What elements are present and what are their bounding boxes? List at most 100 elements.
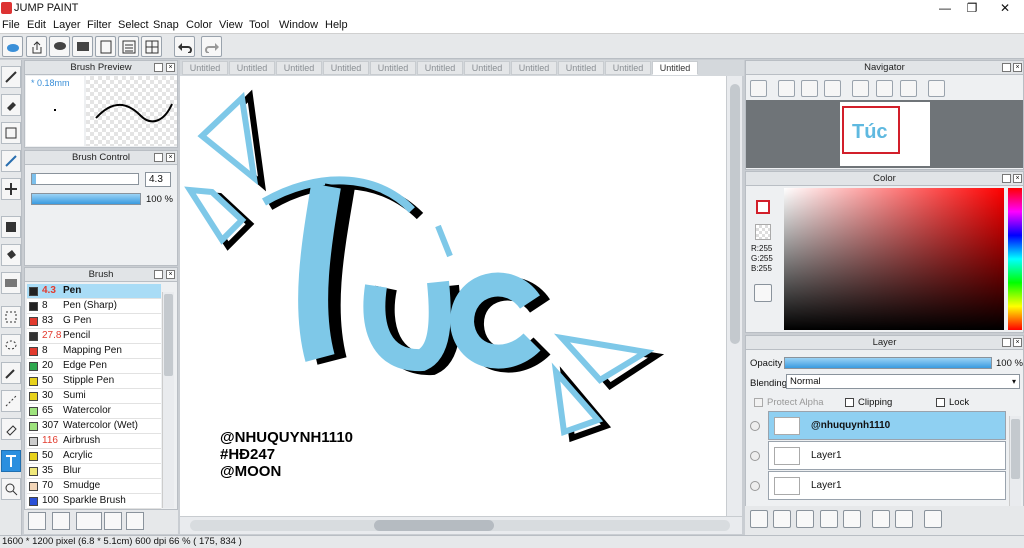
brush-item[interactable]: 307 Watercolor (Wet) bbox=[27, 419, 161, 434]
canvas-vertical-scrollbar[interactable] bbox=[726, 76, 742, 516]
merge-layer-icon[interactable] bbox=[895, 510, 913, 528]
blending-select[interactable]: Normal ▾ bbox=[786, 374, 1020, 389]
canvas-vscroll-thumb[interactable] bbox=[730, 84, 740, 344]
brush-size-slider[interactable] bbox=[31, 173, 139, 185]
menu-file[interactable]: File bbox=[2, 19, 20, 31]
palette-icon[interactable] bbox=[754, 284, 772, 302]
protect-alpha-checkbox[interactable] bbox=[754, 398, 763, 407]
panel-close-icon[interactable]: × bbox=[1013, 338, 1022, 347]
flip-icon[interactable] bbox=[928, 80, 945, 97]
brush-item[interactable]: 70 Smudge bbox=[27, 479, 161, 494]
tab-untitled-active[interactable]: Untitled bbox=[652, 61, 698, 75]
zoom-minus-icon[interactable] bbox=[824, 80, 841, 97]
fill-shape-tool-icon[interactable] bbox=[1, 216, 21, 238]
text-tool-icon[interactable] bbox=[1, 450, 21, 472]
eraser-tool-icon[interactable] bbox=[1, 94, 21, 116]
brush-item[interactable]: 8 Mapping Pen bbox=[27, 344, 161, 359]
menu-select[interactable]: Select bbox=[118, 19, 149, 31]
cloud-brush-icon[interactable] bbox=[28, 512, 46, 530]
menu-color[interactable]: Color bbox=[186, 19, 212, 31]
panel-close-icon[interactable]: × bbox=[166, 63, 175, 72]
panel-float-icon[interactable] bbox=[154, 270, 163, 279]
canvas-hscroll-thumb[interactable] bbox=[374, 520, 494, 531]
brush-menu-icon[interactable] bbox=[76, 512, 102, 530]
panel-close-icon[interactable]: × bbox=[1013, 174, 1022, 183]
brush-item[interactable]: 50 Acrylic bbox=[27, 449, 161, 464]
panel-close-icon[interactable]: × bbox=[1013, 63, 1022, 72]
redo-icon[interactable] bbox=[201, 36, 222, 57]
panel-float-icon[interactable] bbox=[1002, 174, 1011, 183]
clipping-checkbox[interactable] bbox=[845, 398, 854, 407]
new-folder-icon[interactable] bbox=[843, 510, 861, 528]
undo-icon[interactable] bbox=[174, 36, 195, 57]
brush-item[interactable]: 35 Blur bbox=[27, 464, 161, 479]
magic-wand-tool-icon[interactable] bbox=[1, 362, 21, 384]
zoom-out-icon[interactable] bbox=[750, 80, 767, 97]
new-tone-layer-icon[interactable] bbox=[820, 510, 838, 528]
bucket-tool-icon[interactable] bbox=[1, 244, 21, 266]
grid-icon[interactable] bbox=[141, 36, 162, 57]
panel-float-icon[interactable] bbox=[154, 153, 163, 162]
navigator-thumbnail[interactable]: Túc bbox=[840, 102, 930, 166]
saturation-value-picker[interactable] bbox=[784, 188, 1004, 330]
menu-window[interactable]: Window bbox=[279, 19, 318, 31]
maximize-button[interactable]: ❐ bbox=[957, 0, 987, 17]
layer-opacity-slider[interactable] bbox=[784, 357, 992, 369]
eye-icon[interactable] bbox=[750, 481, 760, 491]
gradient-tool-icon[interactable] bbox=[1, 272, 21, 294]
hand-tool-icon[interactable] bbox=[1, 478, 21, 500]
brush-item[interactable]: 83 G Pen bbox=[27, 314, 161, 329]
brush-item[interactable]: 116 Airbrush bbox=[27, 434, 161, 449]
menu-snap[interactable]: Snap bbox=[153, 19, 179, 31]
duplicate-layer-icon[interactable] bbox=[872, 510, 890, 528]
fit-screen-icon[interactable] bbox=[801, 80, 818, 97]
share-icon[interactable] bbox=[26, 36, 47, 57]
panel-close-icon[interactable]: × bbox=[166, 153, 175, 162]
tab-untitled-9[interactable]: Untitled bbox=[558, 61, 604, 75]
brush-settings-icon[interactable] bbox=[104, 512, 122, 530]
layer-row-text[interactable]: @nhuquynh1110 bbox=[768, 411, 1006, 440]
close-button[interactable]: ✕ bbox=[990, 0, 1020, 17]
zoom-in-icon[interactable] bbox=[778, 80, 795, 97]
transparent-color-swatch[interactable] bbox=[755, 224, 771, 240]
brush-item[interactable]: 8 Pen (Sharp) bbox=[27, 299, 161, 314]
move-tool-icon[interactable] bbox=[1, 178, 21, 200]
panel-close-icon[interactable]: × bbox=[166, 270, 175, 279]
comment-box-icon[interactable] bbox=[72, 36, 93, 57]
brush-list-scroll-thumb[interactable] bbox=[164, 294, 173, 376]
new-layer-8bit-icon[interactable] bbox=[773, 510, 791, 528]
menu-view[interactable]: View bbox=[219, 19, 243, 31]
brush-tool-icon[interactable] bbox=[1, 150, 21, 172]
cloud-icon[interactable] bbox=[2, 36, 23, 57]
brush-list-scrollbar[interactable] bbox=[162, 292, 174, 508]
panel-float-icon[interactable] bbox=[1002, 338, 1011, 347]
tab-untitled-4[interactable]: Untitled bbox=[323, 61, 369, 75]
layer-list-scrollbar[interactable] bbox=[1009, 416, 1021, 506]
tab-untitled-1[interactable]: Untitled bbox=[182, 61, 228, 75]
new-brush-icon[interactable] bbox=[52, 512, 70, 530]
brush-folder-icon[interactable] bbox=[126, 512, 144, 530]
select-pen-tool-icon[interactable] bbox=[1, 390, 21, 412]
tab-untitled-2[interactable]: Untitled bbox=[229, 61, 275, 75]
tab-untitled-8[interactable]: Untitled bbox=[511, 61, 557, 75]
brush-item[interactable]: 27.8 Pencil bbox=[27, 329, 161, 344]
eye-icon[interactable] bbox=[750, 421, 760, 431]
hue-slider[interactable] bbox=[1008, 188, 1022, 330]
tab-untitled-5[interactable]: Untitled bbox=[370, 61, 416, 75]
brush-item[interactable]: 65 Watercolor bbox=[27, 404, 161, 419]
select-eraser-tool-icon[interactable] bbox=[1, 418, 21, 440]
menu-filter[interactable]: Filter bbox=[87, 19, 111, 31]
tab-untitled-6[interactable]: Untitled bbox=[417, 61, 463, 75]
brush-item[interactable]: 50 Stipple Pen bbox=[27, 374, 161, 389]
layer-scroll-thumb[interactable] bbox=[1011, 419, 1020, 479]
page-icon[interactable] bbox=[95, 36, 116, 57]
eye-icon[interactable] bbox=[750, 451, 760, 461]
panel-float-icon[interactable] bbox=[1002, 63, 1011, 72]
rotate-reset-icon[interactable] bbox=[876, 80, 893, 97]
menu-help[interactable]: Help bbox=[325, 19, 348, 31]
rotate-left-icon[interactable] bbox=[852, 80, 869, 97]
new-layer-1bit-icon[interactable] bbox=[796, 510, 814, 528]
foreground-color-swatch[interactable] bbox=[756, 200, 770, 214]
list-icon[interactable] bbox=[118, 36, 139, 57]
menu-edit[interactable]: Edit bbox=[27, 19, 46, 31]
